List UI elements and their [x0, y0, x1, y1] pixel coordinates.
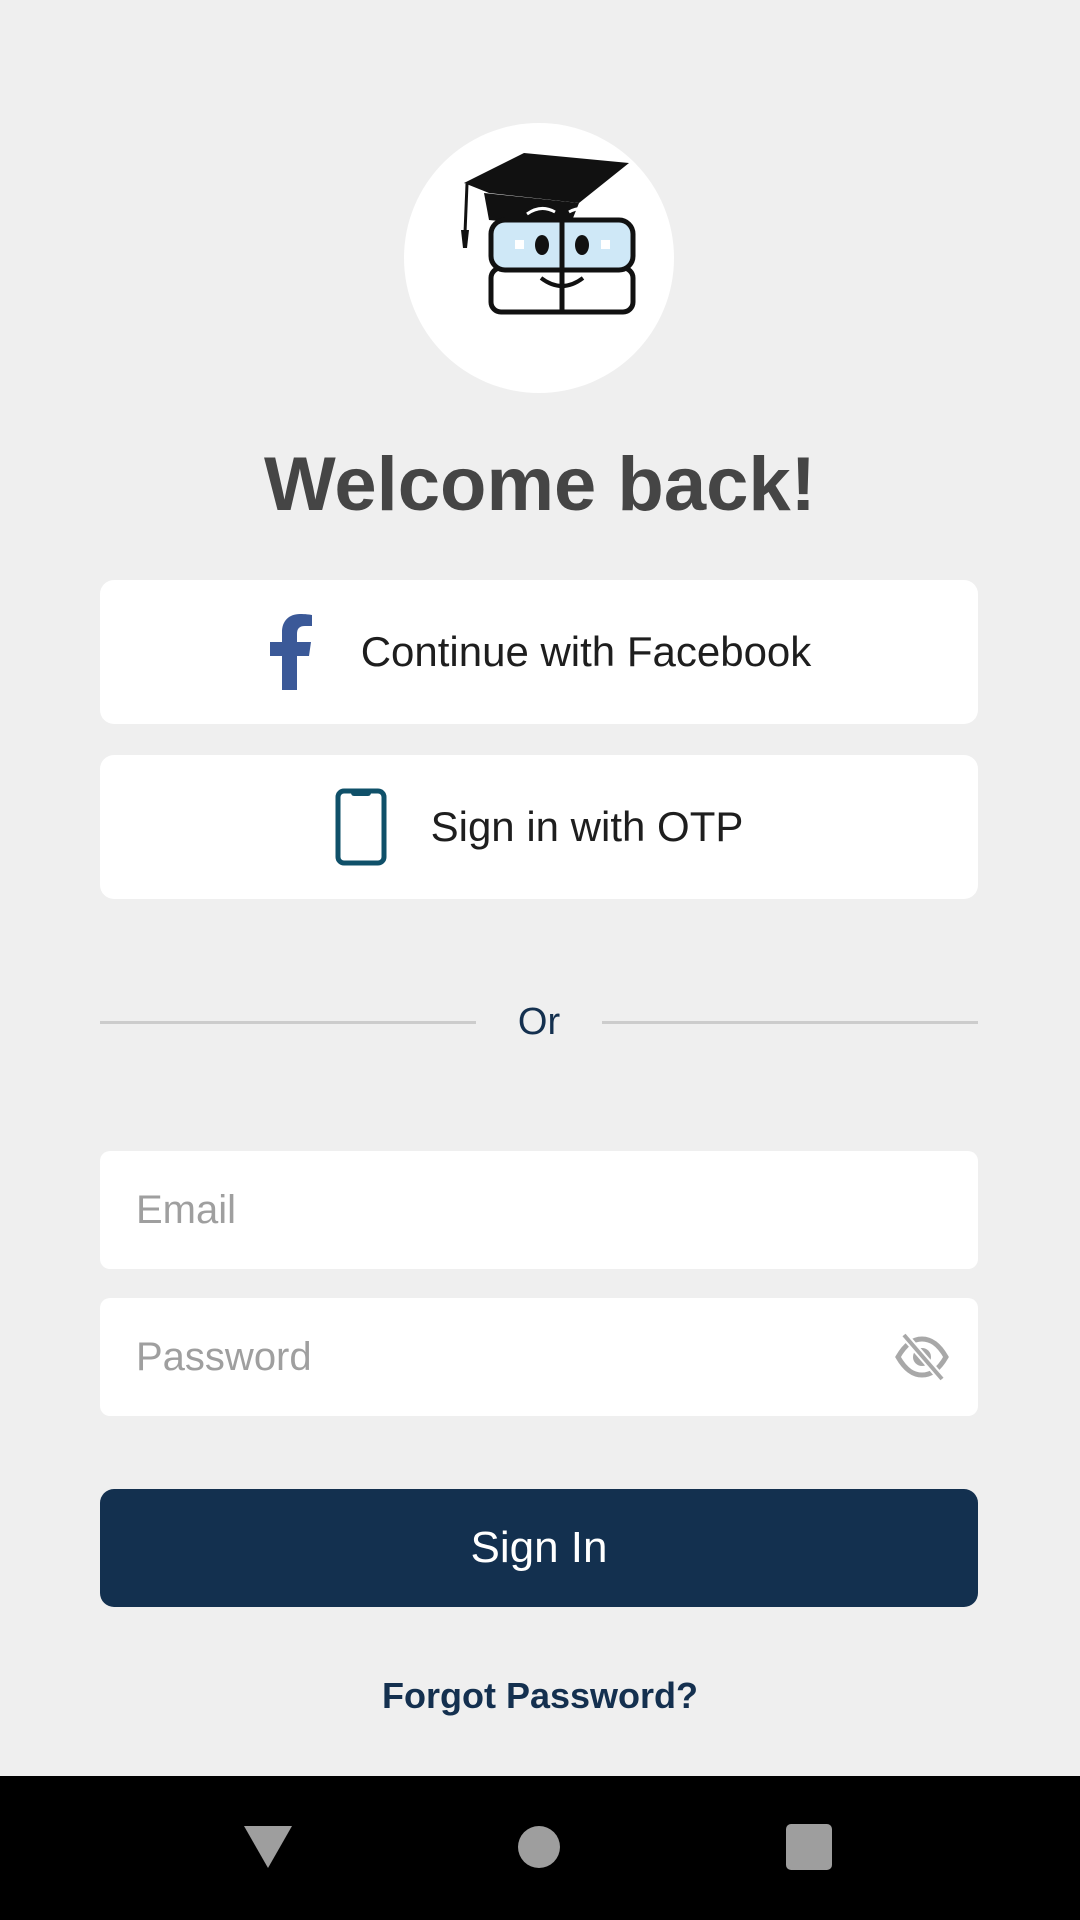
otp-button-label: Sign in with OTP	[430, 803, 744, 850]
nav-back-icon[interactable]	[242, 1822, 294, 1870]
nav-recent-icon[interactable]	[786, 1824, 832, 1870]
divider-line-left	[100, 1021, 476, 1024]
password-field[interactable]	[136, 1298, 896, 1416]
email-field[interactable]	[136, 1151, 896, 1269]
divider-line-right	[602, 1021, 978, 1024]
eye-off-icon[interactable]	[894, 1331, 950, 1383]
facebook-button-label: Continue with Facebook	[360, 628, 812, 675]
or-divider: Or	[100, 992, 978, 1052]
login-screen: Welcome back! Continue with Facebook Sig…	[0, 0, 1080, 1920]
continue-with-facebook-button[interactable]: Continue with Facebook	[100, 580, 978, 724]
sign-in-button[interactable]: Sign In	[100, 1489, 978, 1607]
phone-icon	[335, 788, 387, 866]
forgot-password-link[interactable]: Forgot Password?	[0, 1668, 1080, 1724]
graduation-cap-mascot-icon	[461, 153, 636, 315]
sign-in-button-label: Sign In	[470, 1523, 608, 1572]
password-field-container	[100, 1298, 978, 1416]
nav-home-icon[interactable]	[518, 1826, 560, 1868]
divider-label: Or	[517, 1001, 561, 1043]
page-title: Welcome back!	[264, 442, 816, 527]
app-logo	[404, 123, 674, 393]
email-field-container	[100, 1151, 978, 1269]
system-navigation-bar	[0, 1776, 1080, 1920]
sign-in-with-otp-button[interactable]: Sign in with OTP	[100, 755, 978, 899]
facebook-icon	[269, 614, 312, 690]
